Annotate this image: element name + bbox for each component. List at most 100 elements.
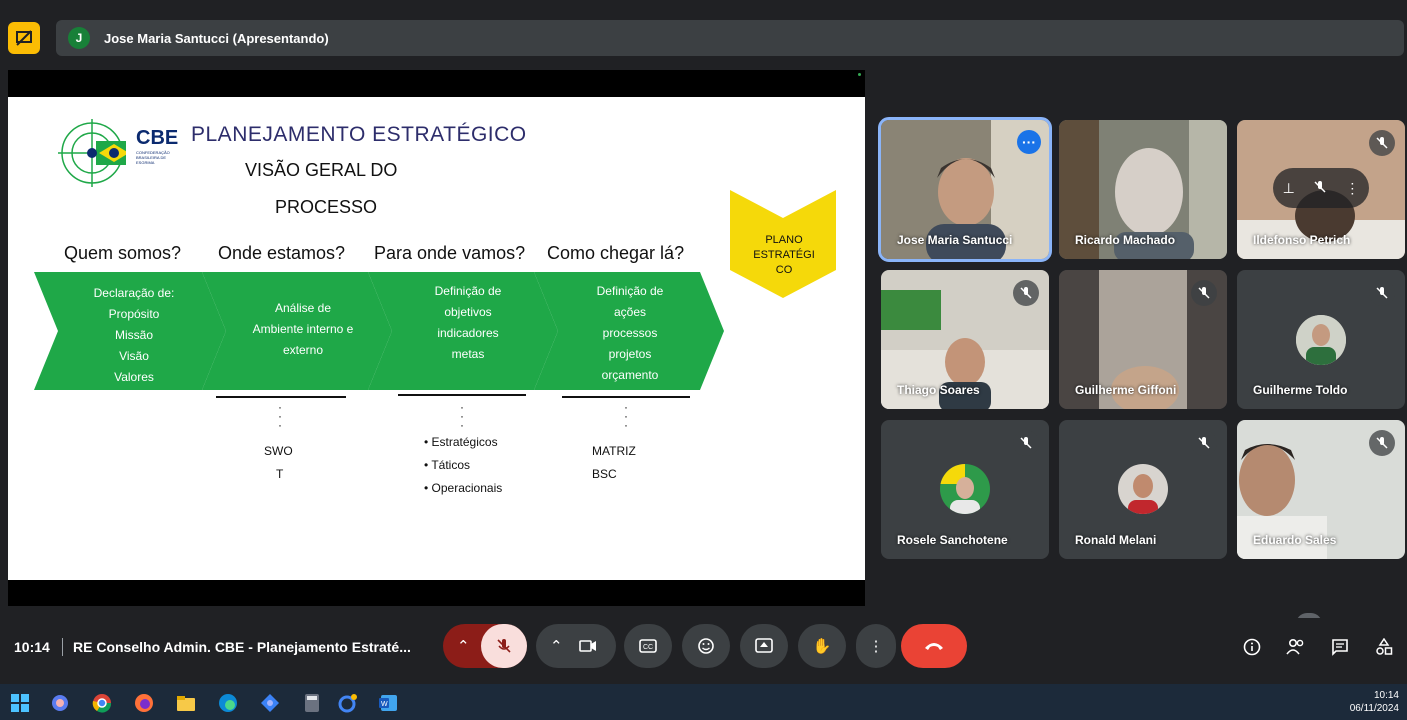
step-line: Valores xyxy=(114,370,154,384)
avatar xyxy=(1118,464,1168,514)
step-line: processos xyxy=(602,326,658,340)
pin-icon[interactable]: ⊥ xyxy=(1283,180,1295,197)
step-line: externo xyxy=(282,343,324,357)
presenter-avatar: J xyxy=(68,27,90,49)
question-1: Quem somos? xyxy=(64,243,182,263)
plano-label: PLANO ESTRATÉGI CO xyxy=(744,233,824,278)
participant-tile[interactable]: Thiago Soares xyxy=(881,270,1049,409)
windows-start-icon[interactable] xyxy=(10,693,30,713)
meeting-time: 10:14 xyxy=(14,639,50,655)
word-icon[interactable]: W xyxy=(378,693,398,713)
present-button[interactable] xyxy=(740,624,788,668)
step-line: Definição de xyxy=(434,284,502,298)
dots-connector: · · · xyxy=(278,400,282,432)
google-icon[interactable] xyxy=(338,693,358,713)
people-icon[interactable] xyxy=(1284,635,1308,659)
calculator-icon[interactable] xyxy=(302,693,322,713)
svg-text:CC: CC xyxy=(643,644,653,651)
captions-icon: CC xyxy=(639,639,657,653)
step-line: metas xyxy=(451,347,485,361)
system-clock[interactable]: 10:14 06/11/2024 xyxy=(1350,689,1399,715)
more-options-button[interactable]: ⋮ xyxy=(856,624,896,668)
question-4: Como chegar lá? xyxy=(547,243,685,263)
participant-tile[interactable]: ⊥ ⋮ Ildefonso Petrich xyxy=(1237,120,1405,259)
leave-call-button[interactable] xyxy=(901,624,967,668)
captions-button[interactable]: CC xyxy=(624,624,672,668)
step-line: Propósito xyxy=(108,307,160,321)
tile-hover-controls[interactable]: ⊥ ⋮ xyxy=(1273,168,1369,208)
presenter-bar: J Jose Maria Santucci (Apresentando) xyxy=(0,0,1407,68)
matriz-label: MATRIZ BSC xyxy=(592,440,636,486)
objectives-list: • Estratégicos • Táticos • Operacionais xyxy=(424,431,502,500)
step-2-text: Análise de Ambiente interno e externo xyxy=(238,298,368,361)
participant-tile[interactable]: Eduardo Sales xyxy=(1237,420,1405,559)
firefox-icon[interactable] xyxy=(134,693,154,713)
mic-off-icon xyxy=(1369,280,1395,306)
logo-text: CBE xyxy=(136,127,179,149)
presenter-name: Jose Maria Santucci (Apresentando) xyxy=(104,30,329,46)
file-explorer-icon[interactable] xyxy=(176,693,196,713)
camera-options-button[interactable]: ⌃ xyxy=(536,624,616,668)
status-dot xyxy=(858,73,861,76)
hand-icon: ✋ xyxy=(812,638,832,655)
participant-tile[interactable]: Ricardo Machado xyxy=(1059,120,1227,259)
logo-subtext: CONFEDERAÇÃO BRASILEIRA DE ESGRIMA xyxy=(136,150,170,165)
mute-participant-icon[interactable] xyxy=(1314,180,1326,197)
mic-toggle-button[interactable] xyxy=(481,624,527,668)
mic-off-icon xyxy=(1191,430,1217,456)
cbe-logo-icon xyxy=(58,119,126,187)
reactions-button[interactable] xyxy=(682,624,730,668)
matriz-line: BSC xyxy=(592,467,617,481)
plano-line: CO xyxy=(775,264,793,276)
plano-line: PLANO xyxy=(765,234,803,246)
mic-off-icon xyxy=(1013,280,1039,306)
raise-hand-button[interactable]: ✋ xyxy=(798,624,846,668)
edge-icon[interactable] xyxy=(218,693,238,713)
windows-taskbar: W 10:14 06/11/2024 xyxy=(0,684,1407,720)
mic-off-icon xyxy=(1013,430,1039,456)
mic-off-icon xyxy=(1369,130,1395,156)
slide-title: PLANEJAMENTO ESTRATÉGICO xyxy=(191,123,527,146)
step-line: indicadores xyxy=(437,326,499,340)
app-icon[interactable] xyxy=(50,693,70,713)
meeting-title: RE Conselho Admin. CBE - Planejamento Es… xyxy=(73,639,411,655)
participant-name: Ildefonso Petrich xyxy=(1253,233,1351,247)
participant-tile[interactable]: Rosele Sanchotene xyxy=(881,420,1049,559)
participant-tile[interactable]: Ronald Melani xyxy=(1059,420,1227,559)
activities-icon[interactable] xyxy=(1372,635,1396,659)
participant-tile[interactable]: ··· Jose Maria Santucci xyxy=(878,117,1052,262)
meeting-control-bar: 10:14 RE Conselho Admin. CBE - Planejame… xyxy=(0,618,1407,676)
presentation-icon[interactable] xyxy=(8,22,40,54)
more-vert-icon: ⋮ xyxy=(868,638,884,655)
clock-time: 10:14 xyxy=(1373,690,1399,701)
chevron-up-icon[interactable]: ⌃ xyxy=(457,637,470,655)
step-line: orçamento xyxy=(601,368,659,382)
participant-name: Ronald Melani xyxy=(1075,533,1157,547)
divider-line xyxy=(398,394,526,396)
participant-name: Guilherme Toldo xyxy=(1253,383,1348,397)
avatar xyxy=(940,464,990,514)
swot-line: T xyxy=(276,467,284,481)
step-line: Visão xyxy=(119,349,149,363)
objectives-item: • Estratégicos xyxy=(424,435,498,449)
objectives-item: • Táticos xyxy=(424,458,470,472)
step-line: Ambiente interno e xyxy=(252,322,354,336)
chevron-up-icon[interactable]: ⌃ xyxy=(550,637,563,655)
chat-icon[interactable] xyxy=(1328,635,1352,659)
chrome-icon[interactable] xyxy=(92,693,112,713)
participant-tile[interactable]: Guilherme Giffoni xyxy=(1059,270,1227,409)
more-options-icon[interactable]: ··· xyxy=(1017,130,1041,154)
meeting-info-icon[interactable] xyxy=(1240,635,1264,659)
shared-screen[interactable]: CBE CONFEDERAÇÃO BRASILEIRA DE ESGRIMA P… xyxy=(8,70,865,606)
dots-connector: · · · xyxy=(624,400,628,432)
clock-date: 06/11/2024 xyxy=(1349,703,1399,714)
divider-line xyxy=(562,396,690,398)
more-options-icon[interactable]: ⋮ xyxy=(1345,180,1359,197)
presenter-banner: J Jose Maria Santucci (Apresentando) xyxy=(56,20,1404,56)
participant-tile[interactable]: Guilherme Toldo xyxy=(1237,270,1405,409)
question-2: Onde estamos? xyxy=(218,243,346,263)
camera-icon[interactable] xyxy=(578,639,597,653)
divider-line xyxy=(216,396,346,398)
objectives-item: • Operacionais xyxy=(424,481,503,495)
app-icon[interactable] xyxy=(260,693,280,713)
